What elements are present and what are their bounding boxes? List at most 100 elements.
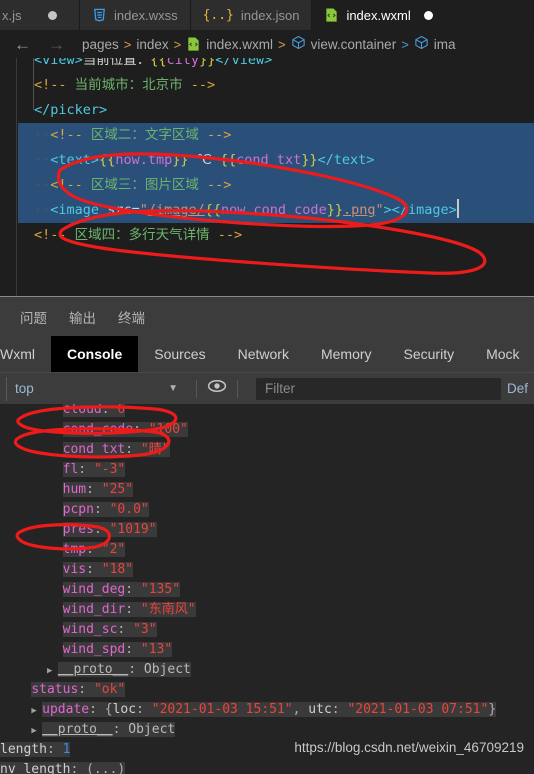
editor-tab-label: index.wxml	[346, 7, 411, 23]
code-line[interactable]: ··<image src="/image/{{now.cond_code}}.p…	[18, 198, 534, 223]
json-file-icon: {..}	[202, 7, 234, 23]
console-row[interactable]: pcpn: "0.0"	[0, 500, 534, 520]
devtools-tab-label: Network	[237, 346, 289, 362]
panel-tab-terminal[interactable]: 终端	[118, 307, 145, 327]
nav-forward-icon[interactable]: →	[42, 36, 71, 53]
console-row[interactable]: ▶ update: {loc: "2021-01-03 15:51", utc:…	[0, 700, 534, 720]
code-token: -->	[217, 227, 243, 243]
code-token: /image/	[147, 202, 205, 218]
devtools-tab-console[interactable]: Console	[51, 336, 139, 372]
panel-tab-output[interactable]: 输出	[69, 307, 96, 327]
console-output[interactable]: cloud: 6 cond_code: "100" cond_txt: "晴" …	[0, 404, 534, 774]
code-line[interactable]: <!-- 当前城市：北京市 -->	[18, 73, 534, 98]
console-token: hum	[62, 482, 87, 497]
console-row[interactable]: tmp: "2"	[0, 540, 534, 560]
console-token: wind_deg	[62, 582, 126, 597]
code-line[interactable]: ··<text>{{now.tmp}} ℃ {{cond_txt}}</text…	[18, 148, 534, 173]
console-row[interactable]: wind_sc: "3"	[0, 620, 534, 640]
editor-tab-bar: x.js index.wxss {..} index.json index.wx…	[0, 0, 534, 30]
console-row-content: cloud: 6	[62, 404, 126, 417]
devtools-tab-wxml[interactable]: Wxml	[0, 336, 51, 372]
code-token: {{	[204, 202, 222, 218]
nav-back-icon[interactable]: ←	[8, 36, 37, 53]
console-token: :	[136, 702, 152, 717]
console-token: :	[128, 662, 144, 677]
editor-tab-json[interactable]: {..} index.json	[190, 0, 313, 30]
console-row[interactable]: ▶ __proto__: Object	[0, 660, 534, 680]
code-token: -->	[207, 177, 232, 193]
console-token: "100"	[148, 422, 188, 437]
row-indent	[0, 682, 31, 697]
devtools-tab-mock[interactable]: Mock	[470, 336, 534, 372]
row-indent	[0, 522, 63, 537]
console-row-content: cond_txt: "晴"	[62, 442, 170, 457]
code-editor[interactable]: <view>当前位置：{{city}}</view> <!-- 当前城市：北京市 …	[0, 58, 534, 296]
console-token: wind_sc	[62, 622, 118, 637]
console-row-content: wind_spd: "13"	[62, 642, 173, 657]
console-token: :	[93, 502, 110, 517]
watermark-text: https://blog.csdn.net/weixin_46709219	[294, 740, 524, 755]
filter-input[interactable]: Filter	[256, 377, 501, 400]
console-row[interactable]: ▶ __proto__: Object	[0, 720, 534, 740]
console-row[interactable]: wind_deg: "135"	[0, 580, 534, 600]
console-row[interactable]: wind_spd: "13"	[0, 640, 534, 660]
screenshot-root: x.js index.wxss {..} index.json index.wx…	[0, 0, 534, 774]
breadcrumb-item-index[interactable]: index	[136, 37, 168, 52]
console-token: :	[125, 602, 141, 617]
execution-context-select[interactable]: top ▼	[6, 376, 186, 401]
console-row[interactable]: nv_length: (...)	[0, 760, 534, 774]
breadcrumb-item-pages[interactable]: pages	[82, 37, 119, 52]
code-line[interactable]: ··<!-- 区域三：图片区域 -->	[18, 173, 534, 198]
wxml-file-icon	[186, 36, 201, 52]
console-token: :	[86, 562, 102, 577]
eye-icon[interactable]	[207, 379, 227, 398]
code-content[interactable]: <view>当前位置：{{city}}</view> <!-- 当前城市：北京市 …	[18, 58, 534, 296]
console-row-content: hum: "25"	[62, 482, 134, 497]
row-indent	[0, 662, 47, 677]
console-token: : {	[89, 702, 113, 717]
console-row[interactable]: vis: "18"	[0, 560, 534, 580]
panel-tab-bar: 问题 输出 终端	[0, 296, 534, 336]
devtools-tab-memory[interactable]: Memory	[305, 336, 388, 372]
row-indent	[0, 622, 63, 637]
console-row-list: cloud: 6 cond_code: "100" cond_txt: "晴" …	[0, 404, 534, 774]
breadcrumb-item-view[interactable]: view.container	[311, 37, 397, 52]
editor-tab-js[interactable]: x.js	[0, 0, 80, 30]
code-line[interactable]: ··<!-- 区域二：文字区域 -->	[18, 123, 534, 148]
code-token: }}	[172, 152, 189, 168]
expand-triangle-icon[interactable]: ▶	[31, 726, 42, 736]
devtools-tab-network[interactable]: Network	[222, 336, 305, 372]
code-token: </view>	[215, 58, 273, 68]
devtools-tab-sources[interactable]: Sources	[138, 336, 221, 372]
console-token: : (...)	[70, 762, 126, 774]
console-row[interactable]: cond_code: "100"	[0, 420, 534, 440]
console-row[interactable]: fl: "-3"	[0, 460, 534, 480]
console-row[interactable]: hum: "25"	[0, 480, 534, 500]
code-line[interactable]: <!-- 区域四：多行天气详情 -->	[18, 223, 534, 248]
console-token: loc	[112, 702, 137, 717]
code-token: ℃	[188, 152, 220, 168]
console-row-content: wind_deg: "135"	[62, 582, 181, 597]
console-row[interactable]: cloud: 6	[0, 404, 534, 420]
expand-triangle-icon[interactable]: ▶	[31, 706, 42, 716]
code-token: <image	[50, 202, 100, 218]
console-row[interactable]: status: "ok"	[0, 680, 534, 700]
editor-tab-wxml[interactable]: index.wxml	[312, 0, 534, 30]
breadcrumb-item-file[interactable]: index.wxml	[206, 37, 273, 52]
expand-triangle-icon[interactable]: ▶	[47, 666, 58, 676]
devtools-tab-security[interactable]: Security	[388, 336, 471, 372]
console-row[interactable]: pres: "1019"	[0, 520, 534, 540]
console-row[interactable]: cond_txt: "晴"	[0, 440, 534, 460]
code-token: </text>	[317, 152, 375, 168]
console-row[interactable]: wind_dir: "东南风"	[0, 600, 534, 620]
breadcrumb-item-image[interactable]: ima	[434, 37, 456, 52]
editor-tab-wxss[interactable]: index.wxss	[80, 0, 191, 30]
code-token: <text>	[50, 152, 100, 168]
console-row-content: pcpn: "0.0"	[62, 502, 149, 517]
code-line[interactable]: </picker>	[18, 98, 534, 123]
code-line[interactable]: <view>当前位置：{{city}}</view>	[18, 58, 534, 73]
css-file-icon	[92, 7, 107, 23]
panel-tab-problems[interactable]: 问题	[20, 307, 47, 327]
console-token: "18"	[101, 562, 134, 577]
log-levels-select[interactable]: Def	[501, 381, 534, 396]
